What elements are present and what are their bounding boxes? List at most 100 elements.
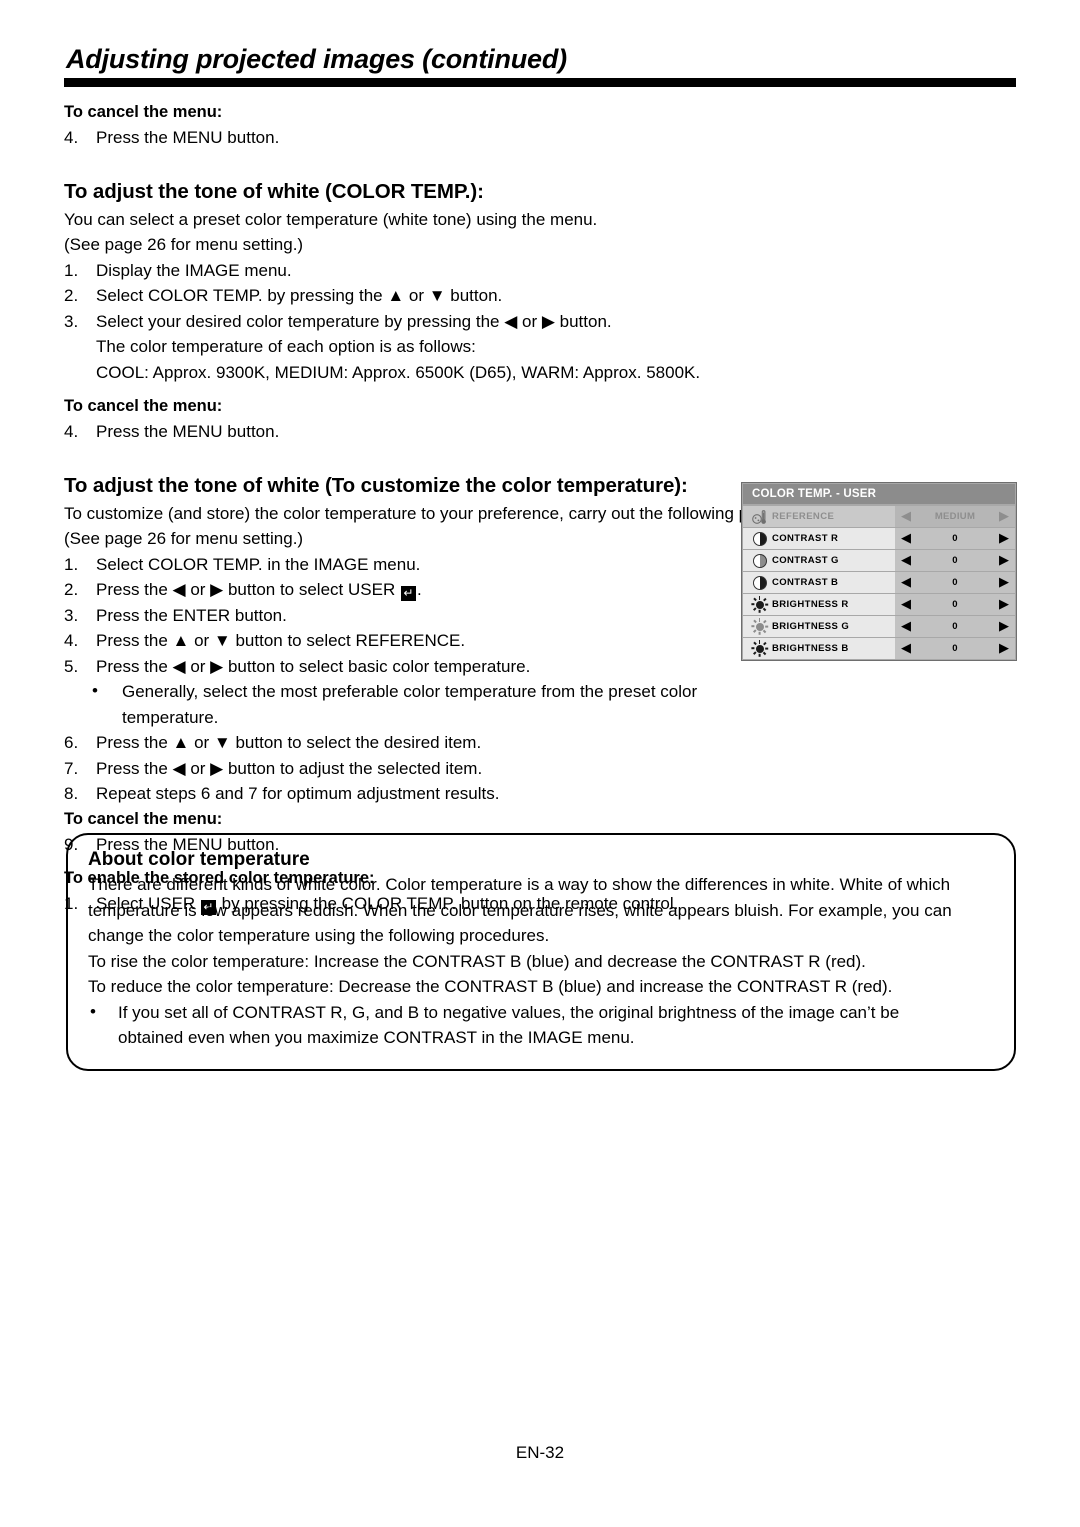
left-arrow-icon[interactable]: ◀ [901, 620, 911, 633]
osd-row-contrast-b[interactable]: CONTRAST B ◀ 0 ▶ [743, 572, 1015, 593]
step-text: Press the ◀ or ▶ button to adjust the se… [96, 758, 483, 778]
step-number: 1. [64, 554, 79, 574]
bullet-line: temperature. [122, 707, 219, 727]
brightness-icon [747, 596, 772, 613]
right-arrow-icon[interactable]: ▶ [999, 642, 1009, 655]
left-arrow-icon[interactable]: ◀ [901, 532, 911, 545]
osd-row-brightness-r[interactable]: BRIGHTNESS R ◀ 0 ▶ [743, 594, 1015, 615]
cancel-menu-step-1: 4. Press the MENU button. [64, 125, 1016, 151]
notebox-bullet: • If you set all of CONTRAST R, G, and B… [88, 1000, 994, 1051]
osd-label-cell: CONTRAST G [743, 550, 895, 571]
osd-label-cell: BRIGHTNESS R [743, 594, 895, 615]
color-temp-intro-line-1: You can select a preset color temperatur… [64, 209, 598, 229]
list-item: 1. Display the IMAGE menu. [64, 258, 1016, 284]
list-item: 4. Press the ▲ or ▼ button to select REF… [64, 628, 732, 654]
notebox-reduce-line: To reduce the color temperature: Decreas… [88, 977, 893, 996]
right-arrow-icon[interactable]: ▶ [999, 620, 1009, 633]
right-arrow-icon[interactable]: ▶ [999, 598, 1009, 611]
list-item: 8. Repeat steps 6 and 7 for optimum adju… [64, 781, 732, 807]
step-number: 4. [64, 422, 79, 441]
step-number: 4. [64, 631, 79, 650]
list-item: 5. Press the ◀ or ▶ button to select bas… [64, 654, 732, 680]
list-item: 1. Select COLOR TEMP. in the IMAGE menu. [64, 552, 732, 578]
right-arrow-icon[interactable]: ▶ [999, 532, 1009, 545]
osd-label-cell: CONTRAST R [743, 528, 895, 549]
left-arrow-icon[interactable]: ◀ [901, 510, 911, 523]
list-item: 2. Press the ◀ or ▶ button to select USE… [64, 577, 732, 603]
step-text: Display the IMAGE menu. [96, 260, 292, 280]
bullet-dot-icon: • [90, 1001, 96, 1021]
document-page: Adjusting projected images (continued) T… [0, 0, 1080, 1527]
page-footer: EN-32 [0, 1443, 1080, 1463]
osd-label-cell: REFERENCE [743, 506, 895, 527]
right-arrow-icon[interactable]: ▶ [999, 576, 1009, 589]
step-text: Press the ENTER button. [96, 605, 287, 625]
color-temp-step-list: 1. Display the IMAGE menu. 2. Select COL… [64, 258, 1016, 386]
step-number: 3. [64, 311, 79, 331]
osd-value-cell: ◀ MEDIUM ▶ [895, 506, 1015, 527]
step-text-post: . [416, 580, 422, 599]
enter-key-icon: ↵ [400, 586, 416, 601]
osd-label-cell: BRIGHTNESS B [743, 638, 895, 659]
step-text: Select COLOR TEMP. by pressing the ▲ or … [96, 286, 503, 305]
osd-row-contrast-r[interactable]: CONTRAST R ◀ 0 ▶ [743, 528, 1015, 549]
osd-row-value: 0 [952, 533, 958, 544]
osd-row-brightness-g[interactable]: BRIGHTNESS G ◀ 0 ▶ [743, 616, 1015, 637]
bullet-line: obtained even when you maximize CONTRAST… [118, 1028, 635, 1047]
list-item: 7. Press the ◀ or ▶ button to adjust the… [64, 756, 732, 782]
left-arrow-icon[interactable]: ◀ [901, 554, 911, 567]
osd-value-cell: ◀ 0 ▶ [895, 550, 1015, 571]
osd-value-cell: ◀ 0 ▶ [895, 572, 1015, 593]
customize-step-list: 1. Select COLOR TEMP. in the IMAGE menu.… [64, 552, 732, 807]
notebox-paragraph-line: change the color temperature using the f… [88, 926, 550, 945]
step-number: 4. [64, 128, 79, 147]
step-text-cont: The color temperature of each option is … [96, 337, 476, 356]
osd-row-value: 0 [952, 577, 958, 588]
osd-row-label: BRIGHTNESS G [772, 621, 850, 632]
bullet-dot-icon: • [92, 681, 98, 700]
left-arrow-icon[interactable]: ◀ [901, 598, 911, 611]
notebox-paragraph-line: temperature is low appears reddish. When… [88, 900, 952, 920]
osd-row-label: BRIGHTNESS R [772, 599, 849, 610]
step-text: Press the ◀ or ▶ button to select USER ↵… [96, 577, 732, 603]
osd-label-cell: BRIGHTNESS G [743, 616, 895, 637]
notebox-paragraph-line: There are different kinds of white color… [88, 875, 951, 894]
brightness-icon [747, 618, 772, 635]
right-arrow-icon[interactable]: ▶ [999, 554, 1009, 567]
osd-row-reference[interactable]: REFERENCE ◀ MEDIUM ▶ [743, 506, 1015, 527]
step-text-cont: COOL: Approx. 9300K, MEDIUM: Approx. 650… [96, 362, 701, 382]
step-text: Press the ◀ or ▶ button to select basic … [96, 656, 531, 676]
contrast-icon [747, 530, 772, 547]
osd-row-value: MEDIUM [934, 511, 976, 522]
osd-color-temp-user-menu: COLOR TEMP. - USER REFERENCE ◀ MEDIUM ▶ … [741, 482, 1017, 661]
title-rule-divider [64, 78, 1016, 87]
list-item: 6. Press the ▲ or ▼ button to select the… [64, 730, 732, 756]
osd-label-cell: CONTRAST B [743, 572, 895, 593]
bullet-line: Generally, select the most preferable co… [122, 682, 698, 701]
step-text: Repeat steps 6 and 7 for optimum adjustm… [96, 784, 500, 803]
osd-row-contrast-g[interactable]: CONTRAST G ◀ 0 ▶ [743, 550, 1015, 571]
osd-row-brightness-b[interactable]: BRIGHTNESS B ◀ 0 ▶ [743, 638, 1015, 659]
step-number: 8. [64, 784, 79, 803]
about-color-temperature-box: About color temperature There are differ… [66, 833, 1016, 1071]
notebox-rise-line: To rise the color temperature: Increase … [88, 951, 866, 971]
left-arrow-icon[interactable]: ◀ [901, 576, 911, 589]
step-number: 6. [64, 733, 79, 752]
osd-value-cell: ◀ 0 ▶ [895, 638, 1015, 659]
osd-row-label: CONTRAST G [772, 555, 839, 566]
osd-value-cell: ◀ 0 ▶ [895, 594, 1015, 615]
cancel-menu-step-2: 4. Press the MENU button. [64, 419, 1016, 445]
osd-row-value: 0 [952, 599, 958, 610]
step-number: 1. [64, 260, 79, 280]
cancel-menu-heading-1: To cancel the menu: [64, 103, 223, 121]
list-item: 2. Select COLOR TEMP. by pressing the ▲ … [64, 283, 1016, 309]
list-item: 3. Select your desired color temperature… [64, 309, 1016, 386]
step-text: Select your desired color temperature by… [96, 311, 612, 331]
page-title: Adjusting projected images (continued) [66, 44, 567, 74]
page-number: EN-32 [515, 1443, 565, 1462]
step-text: Press the ▲ or ▼ button to select the de… [96, 733, 482, 752]
left-arrow-icon[interactable]: ◀ [901, 642, 911, 655]
osd-value-cell: ◀ 0 ▶ [895, 528, 1015, 549]
right-arrow-icon[interactable]: ▶ [999, 510, 1009, 523]
step-number: 5. [64, 656, 79, 676]
